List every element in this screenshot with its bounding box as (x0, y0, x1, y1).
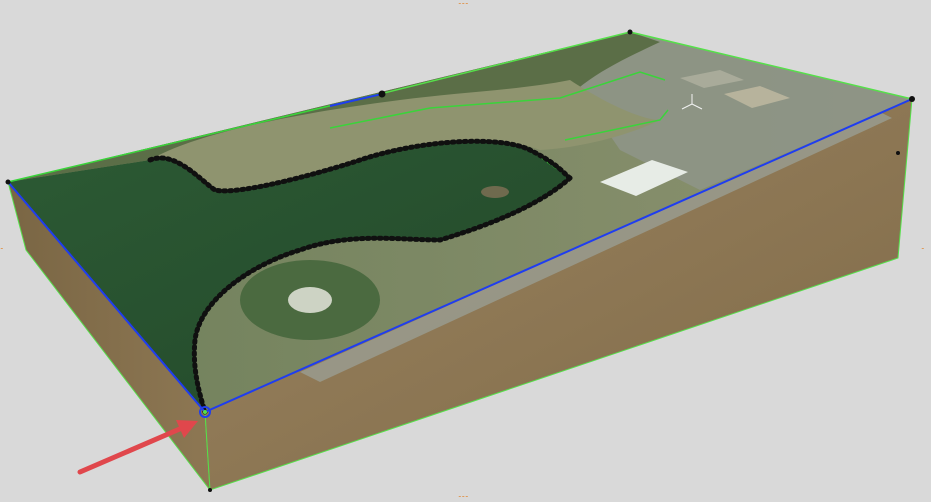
lake-island (481, 186, 509, 198)
vertex-marker[interactable] (909, 96, 915, 102)
vertex-marker[interactable] (5, 179, 11, 185)
vertex-marker[interactable] (378, 90, 386, 98)
terrain-model-canvas[interactable] (0, 0, 931, 502)
circular-facility (288, 287, 332, 313)
vertex-marker[interactable] (896, 151, 900, 155)
3d-viewport[interactable]: ⁃⁃⁃ ⁃⁃⁃ ⁃ ⁃ (0, 0, 931, 502)
vertex-marker[interactable] (208, 488, 212, 492)
vertex-marker[interactable] (627, 29, 633, 35)
